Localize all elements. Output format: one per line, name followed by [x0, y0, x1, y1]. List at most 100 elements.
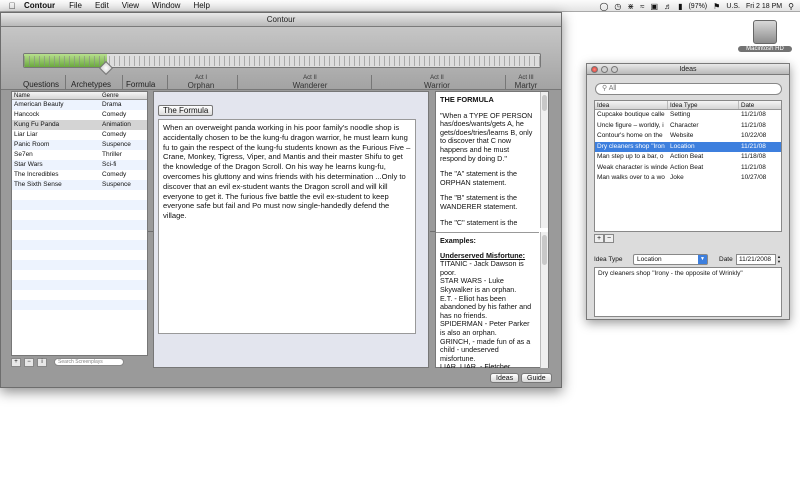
table-row[interactable]: Uncle figure – worldly, i Character 11/2…	[595, 121, 781, 132]
screenplay-list[interactable]: Name Genre American Beauty Drama Hancock …	[11, 91, 148, 356]
ideas-button[interactable]: Ideas	[490, 373, 520, 383]
menu-help[interactable]: Help	[193, 1, 209, 10]
idea-type: Location	[670, 142, 695, 150]
volume-icon[interactable]: ♬	[664, 2, 672, 11]
time-machine-icon[interactable]: ◷	[614, 2, 621, 11]
column-header-genre[interactable]: Genre	[100, 92, 119, 99]
examples-guide[interactable]: Examples: Underserved Misfortune: TITANI…	[436, 232, 539, 368]
battery-icon[interactable]: ▮	[678, 2, 682, 11]
table-row[interactable]: Dry cleaners shop "Iron Location 11/21/0…	[595, 141, 781, 152]
screenplay-name: The Incredibles	[14, 171, 59, 178]
menu-app-name[interactable]: Contour	[24, 1, 55, 10]
logline-textarea[interactable]: When an overweight panda working in his …	[158, 119, 416, 334]
idea-type: Action Beat	[670, 153, 704, 160]
add-idea-button[interactable]: +	[594, 234, 604, 243]
table-row[interactable]: The Incredibles Comedy	[12, 170, 147, 180]
screenplay-name: Kung Fu Panda	[14, 121, 60, 128]
guide-panel: THE FORMULA "When a TYPE OF PERSON has/d…	[435, 91, 549, 368]
ideas-search-placeholder: All	[608, 85, 617, 92]
example-line: LIAR, LIAR, - Fletcher	[440, 362, 511, 368]
screenplay-genre: Comedy	[102, 171, 127, 178]
window-controls	[591, 66, 618, 73]
table-row[interactable]: Panic Room Suspence	[12, 140, 147, 150]
empty-row	[12, 280, 147, 290]
tab-questions[interactable]: Questions	[23, 80, 59, 89]
hard-drive-icon	[753, 20, 777, 44]
wifi-icon[interactable]: ≈	[640, 2, 644, 11]
table-row[interactable]: Weak character is winde Action Beat 11/2…	[595, 163, 781, 174]
table-row[interactable]: Hancock Comedy	[12, 110, 147, 120]
formula-guide[interactable]: THE FORMULA "When a TYPE OF PERSON has/d…	[436, 92, 539, 228]
column-header-idea[interactable]: Idea	[595, 101, 668, 109]
desktop-disk-icon[interactable]: Macintosh HD	[738, 18, 792, 52]
menu-edit[interactable]: Edit	[95, 1, 109, 10]
screenplay-genre: Suspence	[102, 141, 131, 148]
table-row[interactable]: Contour's home on the Website 10/22/08	[595, 131, 781, 142]
column-header-idea-type[interactable]: Idea Type	[668, 101, 739, 109]
ideas-window: Ideas ⚲ All Idea Idea Type Date Cupcake …	[586, 63, 790, 320]
tab-separator	[167, 75, 168, 90]
table-row[interactable]: Man walks over to a wo Joke 10/27/08	[595, 173, 781, 184]
guide-button[interactable]: Guide	[521, 373, 552, 383]
table-row[interactable]: Cupcake boutique calle Setting 11/21/08	[595, 110, 781, 121]
act-separator	[371, 75, 372, 90]
table-row[interactable]: Se7en Thriller	[12, 150, 147, 160]
screenplay-list-footer: + − i Search Screenplays	[11, 357, 148, 367]
table-row[interactable]: The Sixth Sense Suspence	[12, 180, 147, 190]
date-stepper[interactable]: ▲ ▼	[777, 254, 782, 265]
display-icon[interactable]: ▣	[651, 2, 659, 11]
idea-text: Cupcake boutique calle	[597, 111, 665, 118]
idea-type: Character	[670, 121, 699, 129]
screenplay-name: Hancock	[14, 111, 40, 118]
table-row[interactable]: Man step up to a bar, o Action Beat 11/1…	[595, 152, 781, 163]
info-icon[interactable]: i	[37, 357, 47, 367]
ideas-table[interactable]: Idea Idea Type Date Cupcake boutique cal…	[594, 100, 782, 232]
input-locale[interactable]: U.S.	[726, 3, 740, 10]
act-orphan[interactable]: Act I Orphan	[181, 75, 221, 90]
menu-view[interactable]: View	[122, 1, 139, 10]
act-warrior[interactable]: Act II Warrior	[415, 75, 459, 90]
spotlight-icon[interactable]: ⚲	[788, 2, 794, 11]
act-martyr[interactable]: Act III Martyr	[511, 75, 541, 90]
scrollbar-thumb[interactable]	[542, 235, 547, 265]
formula-guide-scrollbar[interactable]	[540, 92, 548, 228]
column-header-name[interactable]: Name	[12, 92, 100, 99]
disk-label: Macintosh HD	[738, 46, 792, 52]
example-line: TITANIC - Jack Dawson is poor.	[440, 259, 524, 277]
menu-clock[interactable]: Fri 2 18 PM	[746, 3, 782, 10]
bluetooth-icon[interactable]: ⋇	[627, 2, 634, 11]
scrollbar-thumb[interactable]	[542, 95, 547, 111]
table-row[interactable]: Liar Liar Comedy	[12, 130, 147, 140]
formula-line: The "C" statement is the WARRIOR stateme…	[440, 217, 518, 228]
table-row[interactable]: American Beauty Drama	[12, 100, 147, 110]
empty-row	[12, 210, 147, 220]
search-icon: ⚲	[602, 85, 608, 92]
column-header-date[interactable]: Date	[739, 101, 781, 109]
sync-icon[interactable]: ◯	[599, 2, 608, 11]
apple-menu-icon[interactable]: 	[0, 1, 24, 11]
remove-screenplay-button[interactable]: −	[24, 357, 34, 367]
zoom-icon[interactable]	[611, 66, 618, 73]
remove-idea-button[interactable]: −	[604, 234, 614, 243]
idea-note-textarea[interactable]: Dry cleaners shop "Irony - the opposite …	[594, 267, 782, 317]
idea-type-select[interactable]: Location ▼	[633, 254, 708, 265]
idea-date-field[interactable]: 11/21/2008	[736, 254, 776, 265]
tab-archetypes[interactable]: Archetypes	[71, 80, 111, 89]
section-button-formula[interactable]: The Formula	[158, 105, 214, 116]
act-wanderer[interactable]: Act II Wanderer	[286, 75, 334, 90]
idea-type: Action Beat	[670, 163, 704, 171]
close-icon[interactable]	[591, 66, 598, 73]
table-row[interactable]: Star Wars Sci-fi	[12, 160, 147, 170]
idea-date: 11/21/08	[741, 111, 766, 118]
screenplay-search-input[interactable]: Search Screenplays	[54, 358, 124, 366]
examples-scrollbar[interactable]	[540, 232, 548, 368]
ideas-search-input[interactable]: ⚲ All	[595, 83, 782, 95]
menu-window[interactable]: Window	[152, 1, 180, 10]
menu-file[interactable]: File	[69, 1, 82, 10]
table-row[interactable]: Kung Fu Panda Animation	[12, 120, 147, 130]
add-screenplay-button[interactable]: +	[11, 357, 21, 367]
minimize-icon[interactable]	[601, 66, 608, 73]
flag-icon[interactable]: ⚑	[713, 2, 720, 11]
ideas-window-title: Ideas	[679, 66, 697, 73]
tab-formula[interactable]: Formula	[126, 80, 155, 89]
